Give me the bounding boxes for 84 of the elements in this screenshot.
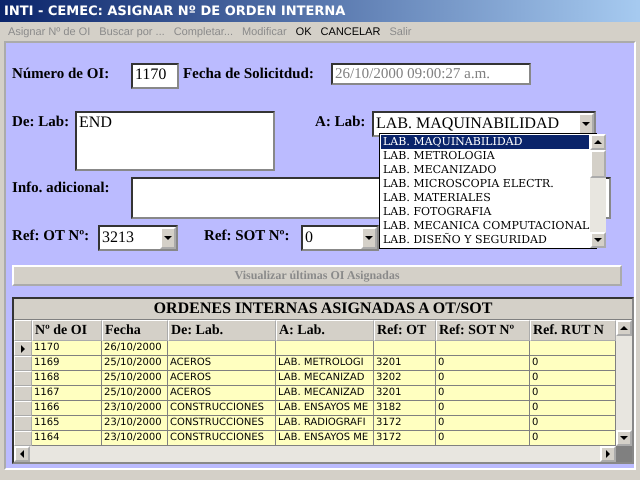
column-header[interactable]: Fecha <box>102 320 168 341</box>
table-cell: 25/10/2000 <box>102 356 168 371</box>
field-label: Ref: SOT Nº: <box>204 227 291 245</box>
column-header[interactable]: Ref. RUT N <box>530 320 616 341</box>
menu-item[interactable]: CANCELAR <box>320 26 380 38</box>
caret-down-icon <box>164 236 172 240</box>
arrow-up-icon <box>620 326 628 330</box>
table-cell: CONSTRUCCIONES <box>168 431 276 446</box>
column-header[interactable]: De: Lab. <box>168 320 276 341</box>
table-cell: 3182 <box>374 401 436 416</box>
table-cell: 3201 <box>374 356 436 371</box>
dropdown[interactable]: 3213 <box>98 225 178 251</box>
table-cell: 1167 <box>32 386 102 401</box>
table-cell: 3202 <box>374 371 436 386</box>
field-label: Ref: OT Nº: <box>12 227 90 245</box>
field-label: A: Lab: <box>315 113 366 131</box>
table-cell: 0 <box>436 386 530 401</box>
input-field: 26/10/2000 09:00:27 a.m. <box>331 63 531 85</box>
table-cell: 1166 <box>32 401 102 416</box>
caret-down-icon <box>365 236 373 240</box>
column-header[interactable]: Ref: SOT Nº <box>436 320 530 341</box>
arrow-right-icon <box>21 344 25 352</box>
column-header[interactable]: Ref: OT <box>374 320 436 341</box>
scrollbar[interactable] <box>616 320 632 446</box>
grid-corner <box>14 320 32 341</box>
field-label: Número de OI: <box>12 65 110 83</box>
table-cell: 3201 <box>374 386 436 401</box>
field-label: De: Lab: <box>12 113 70 131</box>
table-cell: 0 <box>530 401 616 416</box>
field-label: Fecha de Solicitdud: <box>183 65 315 83</box>
table-cell: CONSTRUCCIONES <box>168 416 276 431</box>
table-cell: LAB. RADIOGRAFI <box>276 416 374 431</box>
menu-item[interactable]: OK <box>296 26 312 38</box>
table-cell: CONSTRUCCIONES <box>168 401 276 416</box>
table-cell: 0 <box>436 416 530 431</box>
table-cell: LAB. MECANIZAD <box>276 371 374 386</box>
arrow-up-icon <box>594 140 602 144</box>
table-cell: 0 <box>436 356 530 371</box>
table-cell: 0 <box>436 431 530 446</box>
grid-title: ORDENES INTERNAS ASIGNADAS A OT/SOT <box>14 299 632 320</box>
window-title: INTI - CEMEC: ASIGNAR Nº DE ORDEN INTERNA <box>0 0 640 22</box>
arrow-right-icon <box>606 450 610 458</box>
arrow-left-icon <box>20 450 24 458</box>
table-cell <box>374 341 436 356</box>
table-cell: 0 <box>436 401 530 416</box>
table-cell: 1168 <box>32 371 102 386</box>
table-cell: LAB. MECANIZAD <box>276 386 374 401</box>
scrollbar[interactable] <box>590 134 606 248</box>
table-cell: ACEROS <box>168 386 276 401</box>
table-cell: 1165 <box>32 416 102 431</box>
table-cell: 0 <box>530 356 616 371</box>
table-cell: 0 <box>436 371 530 386</box>
table-cell: 25/10/2000 <box>102 386 168 401</box>
table-cell: ACEROS <box>168 356 276 371</box>
input-field[interactable]: 1170 <box>131 63 179 89</box>
table-cell: 1164 <box>32 431 102 446</box>
column-header[interactable]: A: Lab. <box>276 320 374 341</box>
table-cell: 26/10/2000 <box>102 341 168 356</box>
caret-down-icon <box>594 238 602 242</box>
row-selector[interactable] <box>14 341 32 356</box>
input-field[interactable]: END <box>75 111 275 171</box>
dropdown[interactable]: 0 <box>301 225 379 251</box>
table-cell: 3172 <box>374 416 436 431</box>
table-cell: 23/10/2000 <box>102 401 168 416</box>
scrollbar[interactable] <box>14 446 616 462</box>
table-cell: 3172 <box>374 431 436 446</box>
table-cell: LAB. ENSAYOS ME <box>276 431 374 446</box>
caret-down-icon <box>620 436 628 440</box>
table-cell: 23/10/2000 <box>102 431 168 446</box>
table-cell: LAB. METROLOGI <box>276 356 374 371</box>
table-cell: 25/10/2000 <box>102 371 168 386</box>
field-label: Info. adicional: <box>12 179 111 197</box>
table-cell: 0 <box>530 386 616 401</box>
table-cell: 0 <box>530 431 616 446</box>
table-cell: ACEROS <box>168 371 276 386</box>
table-cell: 1169 <box>32 356 102 371</box>
caret-down-icon <box>582 122 590 126</box>
table-cell: LAB. ENSAYOS ME <box>276 401 374 416</box>
column-header[interactable]: Nº de OI <box>32 320 102 341</box>
table-cell: 0 <box>530 416 616 431</box>
table-cell: 23/10/2000 <box>102 416 168 431</box>
dropdown-option[interactable]: LAB. MAQUINABILIDAD <box>381 135 590 149</box>
table-cell: 0 <box>530 371 616 386</box>
table-cell: 1170 <box>32 341 102 356</box>
